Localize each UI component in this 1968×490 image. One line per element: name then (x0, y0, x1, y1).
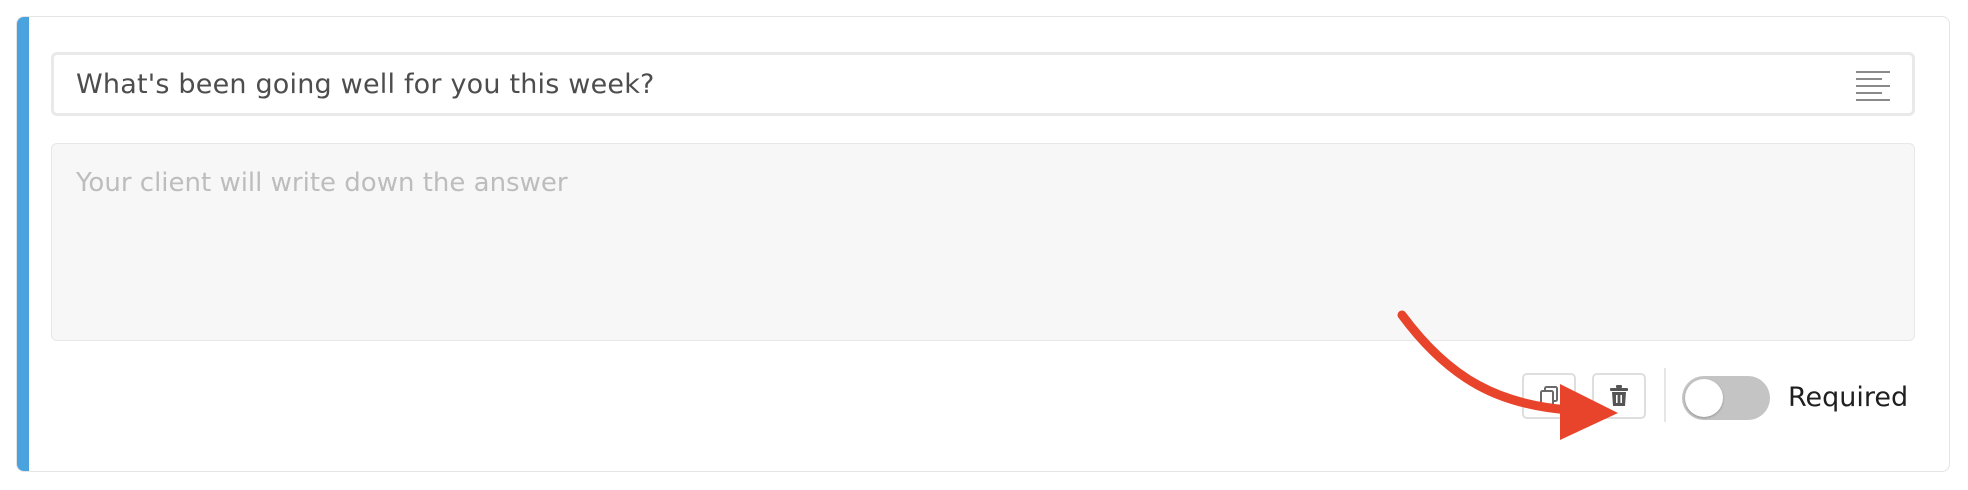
answer-preview-box: Your client will write down the answer (51, 143, 1915, 341)
required-toggle[interactable] (1682, 376, 1770, 420)
question-input[interactable]: What's been going well for you this week… (51, 52, 1915, 116)
trash-icon (1610, 385, 1628, 406)
answer-placeholder: Your client will write down the answer (76, 168, 568, 198)
question-text[interactable]: What's been going well for you this week… (76, 69, 655, 100)
question-card: What's been going well for you this week… (16, 16, 1950, 472)
toggle-knob (1685, 379, 1723, 417)
text-align-icon[interactable] (1856, 69, 1890, 101)
duplicate-button[interactable] (1522, 373, 1576, 419)
accent-bar (17, 17, 29, 471)
delete-button[interactable] (1592, 373, 1646, 419)
copy-icon (1540, 386, 1558, 406)
required-label: Required (1788, 382, 1909, 413)
footer-divider (1664, 368, 1666, 422)
